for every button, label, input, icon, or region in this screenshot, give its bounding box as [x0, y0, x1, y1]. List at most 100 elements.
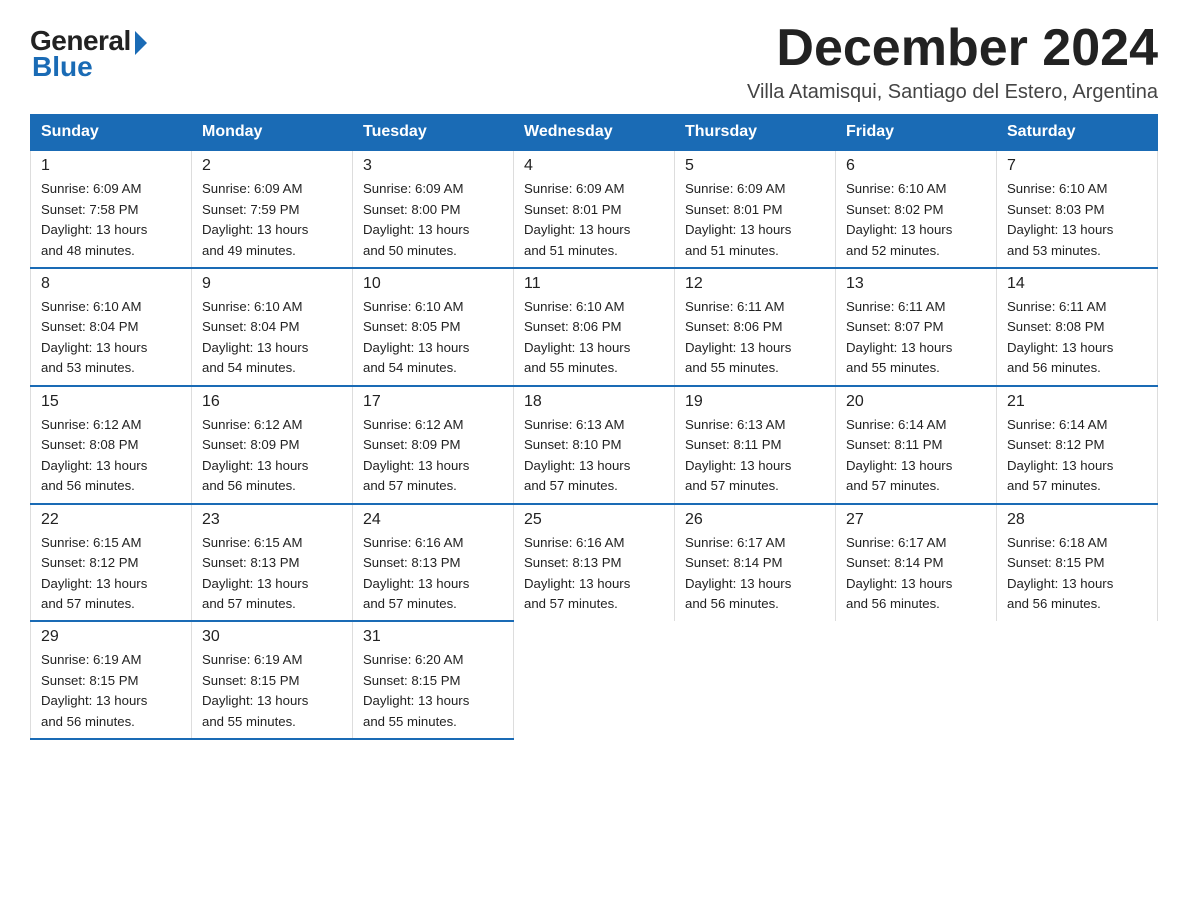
day-number: 26	[685, 511, 825, 529]
day-info: Sunrise: 6:17 AMSunset: 8:14 PMDaylight:…	[685, 533, 825, 615]
header-row: SundayMondayTuesdayWednesdayThursdayFrid…	[31, 115, 1158, 151]
day-info: Sunrise: 6:10 AMSunset: 8:03 PMDaylight:…	[1007, 179, 1147, 261]
day-info: Sunrise: 6:11 AMSunset: 8:07 PMDaylight:…	[846, 297, 986, 379]
calendar-cell: 21 Sunrise: 6:14 AMSunset: 8:12 PMDayligh…	[997, 386, 1158, 504]
week-row-1: 1 Sunrise: 6:09 AMSunset: 7:58 PMDaylight…	[31, 150, 1158, 268]
day-number: 25	[524, 511, 664, 529]
header-day-saturday: Saturday	[997, 115, 1158, 151]
day-info: Sunrise: 6:15 AMSunset: 8:13 PMDaylight:…	[202, 533, 342, 615]
calendar-cell	[836, 621, 997, 739]
day-info: Sunrise: 6:14 AMSunset: 8:12 PMDaylight:…	[1007, 415, 1147, 497]
calendar-cell: 7 Sunrise: 6:10 AMSunset: 8:03 PMDaylight…	[997, 150, 1158, 268]
calendar-cell: 4Sunrise: 6:09 AMSunset: 8:01 PMDaylight…	[514, 150, 675, 268]
day-info: Sunrise: 6:15 AMSunset: 8:12 PMDaylight:…	[41, 533, 181, 615]
day-info: Sunrise: 6:09 AMSunset: 8:01 PMDaylight:…	[524, 179, 664, 261]
calendar-cell: 11Sunrise: 6:10 AMSunset: 8:06 PMDayligh…	[514, 268, 675, 386]
day-number: 19	[685, 393, 825, 411]
day-info: Sunrise: 6:09 AMSunset: 8:00 PMDaylight:…	[363, 179, 503, 261]
calendar-cell: 15 Sunrise: 6:12 AMSunset: 8:08 PMDayligh…	[31, 386, 192, 504]
calendar-cell: 9Sunrise: 6:10 AMSunset: 8:04 PMDaylight…	[192, 268, 353, 386]
day-number: 22	[41, 511, 181, 529]
calendar-cell	[997, 621, 1158, 739]
calendar-cell: 13 Sunrise: 6:11 AMSunset: 8:07 PMDayligh…	[836, 268, 997, 386]
calendar-cell: 12 Sunrise: 6:11 AMSunset: 8:06 PMDayligh…	[675, 268, 836, 386]
title-section: December 2024 Villa Atamisqui, Santiago …	[747, 20, 1158, 104]
week-row-4: 22 Sunrise: 6:15 AMSunset: 8:12 PMDayligh…	[31, 504, 1158, 622]
day-number: 15	[41, 393, 181, 411]
calendar-cell: 18 Sunrise: 6:13 AMSunset: 8:10 PMDayligh…	[514, 386, 675, 504]
day-number: 1	[41, 157, 181, 175]
header-day-sunday: Sunday	[31, 115, 192, 151]
header-day-monday: Monday	[192, 115, 353, 151]
calendar-cell: 17Sunrise: 6:12 AMSunset: 8:09 PMDayligh…	[353, 386, 514, 504]
calendar-body: 1 Sunrise: 6:09 AMSunset: 7:58 PMDaylight…	[31, 150, 1158, 739]
day-number: 29	[41, 628, 181, 646]
day-number: 16	[202, 393, 342, 411]
calendar-cell	[675, 621, 836, 739]
day-number: 8	[41, 275, 181, 293]
day-info: Sunrise: 6:10 AMSunset: 8:06 PMDaylight:…	[524, 297, 664, 379]
day-info: Sunrise: 6:09 AMSunset: 7:58 PMDaylight:…	[41, 179, 181, 261]
calendar-cell: 29 Sunrise: 6:19 AMSunset: 8:15 PMDayligh…	[31, 621, 192, 739]
logo-arrow-icon	[135, 31, 147, 55]
day-number: 17	[363, 393, 503, 411]
calendar-cell: 30 Sunrise: 6:19 AMSunset: 8:15 PMDayligh…	[192, 621, 353, 739]
day-info: Sunrise: 6:19 AMSunset: 8:15 PMDaylight:…	[41, 650, 181, 732]
day-number: 21	[1007, 393, 1147, 411]
day-info: Sunrise: 6:14 AMSunset: 8:11 PMDaylight:…	[846, 415, 986, 497]
calendar-header: SundayMondayTuesdayWednesdayThursdayFrid…	[31, 115, 1158, 151]
calendar-cell: 8 Sunrise: 6:10 AMSunset: 8:04 PMDaylight…	[31, 268, 192, 386]
week-row-5: 29 Sunrise: 6:19 AMSunset: 8:15 PMDayligh…	[31, 621, 1158, 739]
logo-blue: Blue	[32, 51, 93, 83]
calendar-cell: 26 Sunrise: 6:17 AMSunset: 8:14 PMDayligh…	[675, 504, 836, 622]
day-info: Sunrise: 6:17 AMSunset: 8:14 PMDaylight:…	[846, 533, 986, 615]
day-number: 13	[846, 275, 986, 293]
day-number: 3	[363, 157, 503, 175]
week-row-2: 8 Sunrise: 6:10 AMSunset: 8:04 PMDaylight…	[31, 268, 1158, 386]
calendar-cell: 31Sunrise: 6:20 AMSunset: 8:15 PMDayligh…	[353, 621, 514, 739]
day-number: 7	[1007, 157, 1147, 175]
day-info: Sunrise: 6:12 AMSunset: 8:08 PMDaylight:…	[41, 415, 181, 497]
day-number: 28	[1007, 511, 1147, 529]
calendar-cell: 16 Sunrise: 6:12 AMSunset: 8:09 PMDayligh…	[192, 386, 353, 504]
calendar-cell: 1 Sunrise: 6:09 AMSunset: 7:58 PMDaylight…	[31, 150, 192, 268]
day-info: Sunrise: 6:16 AMSunset: 8:13 PMDaylight:…	[363, 533, 503, 615]
day-info: Sunrise: 6:19 AMSunset: 8:15 PMDaylight:…	[202, 650, 342, 732]
header-day-friday: Friday	[836, 115, 997, 151]
calendar-cell: 10Sunrise: 6:10 AMSunset: 8:05 PMDayligh…	[353, 268, 514, 386]
calendar-cell	[514, 621, 675, 739]
day-number: 18	[524, 393, 664, 411]
day-info: Sunrise: 6:12 AMSunset: 8:09 PMDaylight:…	[202, 415, 342, 497]
calendar-cell: 14 Sunrise: 6:11 AMSunset: 8:08 PMDayligh…	[997, 268, 1158, 386]
day-number: 20	[846, 393, 986, 411]
calendar-cell: 22 Sunrise: 6:15 AMSunset: 8:12 PMDayligh…	[31, 504, 192, 622]
calendar-cell: 19Sunrise: 6:13 AMSunset: 8:11 PMDayligh…	[675, 386, 836, 504]
page-header: General Blue December 2024 Villa Atamisq…	[30, 20, 1158, 104]
day-info: Sunrise: 6:10 AMSunset: 8:05 PMDaylight:…	[363, 297, 503, 379]
logo: General Blue	[30, 25, 147, 83]
day-number: 27	[846, 511, 986, 529]
day-info: Sunrise: 6:11 AMSunset: 8:08 PMDaylight:…	[1007, 297, 1147, 379]
day-number: 12	[685, 275, 825, 293]
header-day-thursday: Thursday	[675, 115, 836, 151]
calendar-cell: 25 Sunrise: 6:16 AMSunset: 8:13 PMDayligh…	[514, 504, 675, 622]
day-info: Sunrise: 6:09 AMSunset: 8:01 PMDaylight:…	[685, 179, 825, 261]
page-title: December 2024	[747, 20, 1158, 77]
calendar-cell: 28 Sunrise: 6:18 AMSunset: 8:15 PMDayligh…	[997, 504, 1158, 622]
day-info: Sunrise: 6:09 AMSunset: 7:59 PMDaylight:…	[202, 179, 342, 261]
calendar-cell: 20 Sunrise: 6:14 AMSunset: 8:11 PMDayligh…	[836, 386, 997, 504]
header-day-tuesday: Tuesday	[353, 115, 514, 151]
day-number: 14	[1007, 275, 1147, 293]
day-info: Sunrise: 6:16 AMSunset: 8:13 PMDaylight:…	[524, 533, 664, 615]
day-info: Sunrise: 6:10 AMSunset: 8:04 PMDaylight:…	[41, 297, 181, 379]
calendar-cell: 27 Sunrise: 6:17 AMSunset: 8:14 PMDayligh…	[836, 504, 997, 622]
day-number: 5	[685, 157, 825, 175]
day-info: Sunrise: 6:11 AMSunset: 8:06 PMDaylight:…	[685, 297, 825, 379]
day-info: Sunrise: 6:20 AMSunset: 8:15 PMDaylight:…	[363, 650, 503, 732]
day-info: Sunrise: 6:10 AMSunset: 8:02 PMDaylight:…	[846, 179, 986, 261]
day-number: 30	[202, 628, 342, 646]
calendar-cell: 2Sunrise: 6:09 AMSunset: 7:59 PMDaylight…	[192, 150, 353, 268]
day-info: Sunrise: 6:18 AMSunset: 8:15 PMDaylight:…	[1007, 533, 1147, 615]
day-info: Sunrise: 6:13 AMSunset: 8:10 PMDaylight:…	[524, 415, 664, 497]
day-number: 23	[202, 511, 342, 529]
